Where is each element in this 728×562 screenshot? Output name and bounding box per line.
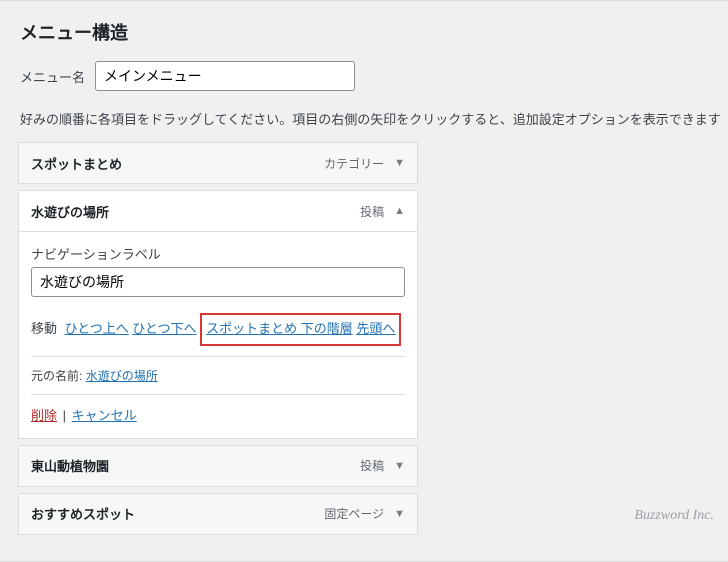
original-name-link[interactable]: 水遊びの場所 <box>86 369 158 383</box>
move-under-parent-link[interactable]: スポットまとめ 下の階層 <box>206 321 353 336</box>
page-title: メニュー構造 <box>20 19 708 45</box>
divider <box>31 356 405 357</box>
menu-name-row: メニュー名 <box>0 57 728 105</box>
menu-item-settings: ナビゲーションラベル 移動 ひとつ上へ ひとつ下へ スポットまとめ 下の階層 先… <box>18 232 418 439</box>
divider <box>31 394 405 395</box>
menu-item-type: カテゴリー <box>324 155 384 172</box>
menu-item-type: 固定ページ <box>324 505 384 522</box>
menu-item-osusume[interactable]: おすすめスポット 固定ページ ▼ <box>18 493 418 535</box>
menu-name-input[interactable] <box>95 61 355 91</box>
menu-item-type: 投稿 <box>360 203 384 220</box>
menu-item-title: おすすめスポット <box>31 504 324 523</box>
menu-item-title: 水遊びの場所 <box>31 202 360 221</box>
menu-item-title: 東山動植物園 <box>31 456 360 475</box>
move-row: 移動 ひとつ上へ ひとつ下へ スポットまとめ 下の階層 先頭へ <box>31 313 405 346</box>
chevron-down-icon[interactable]: ▼ <box>394 508 405 520</box>
nav-label-input[interactable] <box>31 267 405 297</box>
chevron-up-icon[interactable]: ▲ <box>394 205 405 217</box>
move-up-link[interactable]: ひとつ上へ <box>65 321 129 336</box>
delete-link[interactable]: 削除 <box>31 408 57 423</box>
instructions-text: 好みの順番に各項目をドラッグしてください。項目の右側の矢印をクリックすると、追加… <box>0 105 728 142</box>
highlight-box: スポットまとめ 下の階層 先頭へ <box>200 313 401 346</box>
chevron-down-icon[interactable]: ▼ <box>394 460 405 472</box>
watermark: Buzzword Inc. <box>634 508 714 524</box>
move-label: 移動 <box>31 321 57 336</box>
nav-label-label: ナビゲーションラベル <box>31 244 405 263</box>
chevron-down-icon[interactable]: ▼ <box>394 157 405 169</box>
menu-item-higashiyama[interactable]: 東山動植物園 投稿 ▼ <box>18 445 418 487</box>
menu-name-label: メニュー名 <box>20 67 85 86</box>
menu-item-spot-matome[interactable]: スポットまとめ カテゴリー ▼ <box>18 142 418 184</box>
cancel-link[interactable]: キャンセル <box>72 408 137 423</box>
menu-item-type: 投稿 <box>360 457 384 474</box>
menu-item-title: スポットまとめ <box>31 154 324 173</box>
move-to-top-link[interactable]: 先頭へ <box>356 321 395 336</box>
menu-item-mizuasobi[interactable]: 水遊びの場所 投稿 ▲ <box>18 190 418 232</box>
action-separator: | <box>63 408 66 423</box>
original-label: 元の名前: <box>31 369 82 383</box>
move-down-link[interactable]: ひとつ下へ <box>132 321 196 336</box>
